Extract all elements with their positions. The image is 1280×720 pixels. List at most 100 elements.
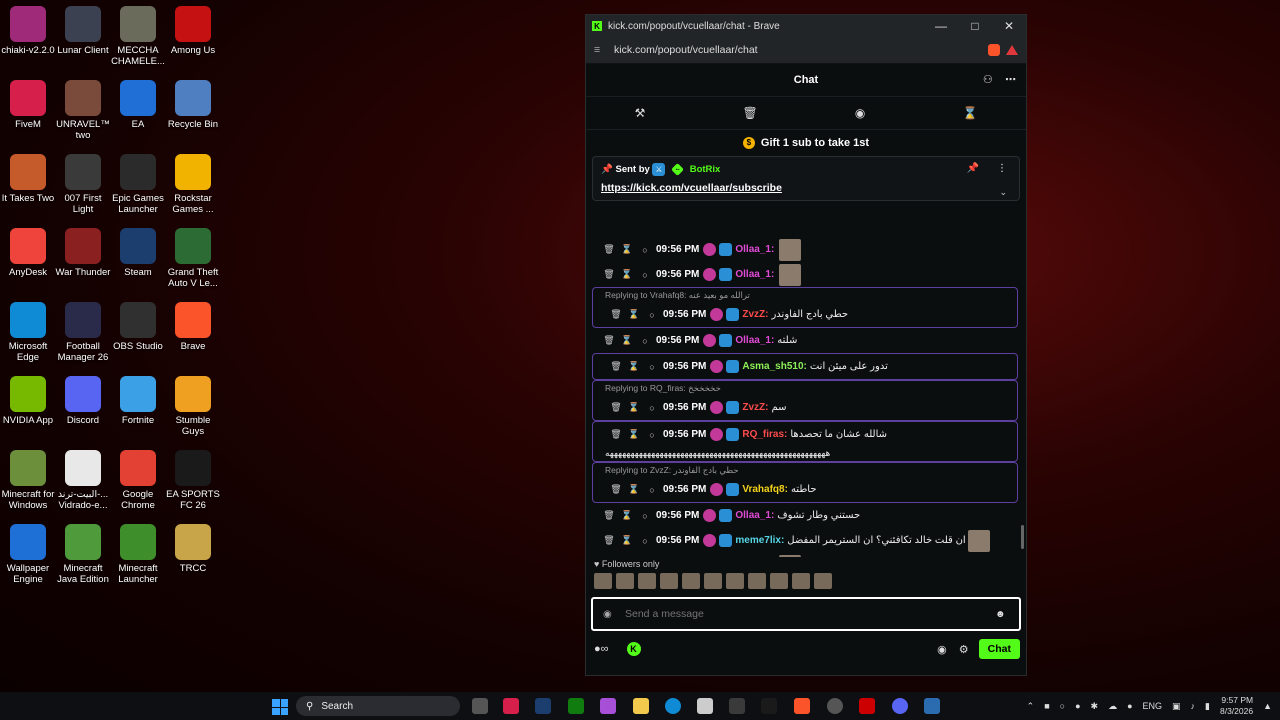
emote-icon[interactable] [779,263,802,286]
discord-taskbar-icon[interactable] [892,698,908,714]
file-explorer-icon[interactable] [633,698,649,714]
brave-rewards-icon[interactable] [1006,45,1018,55]
windows-start-icon[interactable] [272,699,288,715]
maximize-icon[interactable]: □ [958,19,992,33]
tray-app-icon[interactable]: ■ [1044,701,1049,711]
delete-icon[interactable]: 🗑 [600,244,618,255]
desktop-icon[interactable]: البيت-ترند-... Vidrado-e... [55,446,111,511]
delete-icon[interactable]: 🗑 [600,510,618,521]
chat-scrollbar[interactable] [1021,525,1024,549]
obs-taskbar-icon[interactable] [827,698,843,714]
emoji-icon[interactable]: ☻ [995,609,1009,620]
calculator-taskbar-icon[interactable] [924,698,940,714]
desktop-icon[interactable]: Grand Theft Auto V Le... [165,224,221,289]
desktop-icon[interactable]: Google Chrome [110,446,166,511]
chat-message[interactable]: 🗑⌛○09:56 PMOllaa_1: [586,237,1026,262]
emote-icon[interactable] [704,573,722,589]
desktop-icon[interactable]: AnyDesk [0,224,56,278]
timeout-icon[interactable]: ⌛ [625,484,643,495]
delete-icon[interactable]: 🗑 [600,335,618,346]
pinned-more-icon[interactable]: ⋮ [997,163,1007,174]
emote-icon[interactable] [779,554,802,557]
infinity-icon[interactable]: ●∞ [594,643,609,655]
gear-icon[interactable]: ⚙ [959,643,969,656]
emote-icon[interactable] [726,573,744,589]
steam-tray-icon[interactable]: ● [1075,701,1080,711]
settings-taskbar-icon[interactable] [729,698,745,714]
emote-icon[interactable] [748,573,766,589]
emote-icon[interactable] [616,573,634,589]
chevron-up-icon[interactable]: ⌃ [1027,701,1035,712]
brave-taskbar-icon[interactable] [794,698,810,714]
task-view-icon[interactable] [472,698,488,714]
emote-icon[interactable] [682,573,700,589]
timeout-icon[interactable]: ⌛ [618,535,636,546]
desktop-icon[interactable]: EA [110,76,166,130]
desktop-icon[interactable]: Recycle Bin [165,76,221,130]
chat-message[interactable]: 🗑 ⌛ ○ 09:56 PM Ollaa_1: شلته [586,328,1026,353]
battery-icon[interactable]: ▮ [1205,701,1210,712]
chat-message[interactable]: Replying to RQ_firas: خخخخخخ 🗑 ⌛ ○ 09:56 PM Z… [592,380,1018,421]
chat-message[interactable]: 🗑⌛○09:56 PMOllaa_1: [586,262,1026,287]
brave-shields-icon[interactable] [988,44,1000,56]
emote-icon[interactable] [792,573,810,589]
shield-icon[interactable]: ○ [636,245,654,255]
username[interactable]: RQ_firas: [742,429,787,440]
chat-send-button[interactable]: Chat [978,639,1020,659]
desktop-icon[interactable]: Steam [110,224,166,278]
desktop-icon[interactable]: Fortnite [110,372,166,426]
gift-banner[interactable]: $ Gift 1 sub to take 1st [586,130,1026,156]
chat-message[interactable]: 🗑 ⌛ ○ 09:56 PM RQ_firas: شالله عشان ما تحصدها… [592,421,1018,462]
desktop-icon[interactable]: TRCC [165,520,221,574]
bluetooth-icon[interactable]: ✱ [1091,701,1099,712]
username[interactable]: Ollaa_1: [735,269,774,280]
address-bar[interactable]: ≡ kick.com/popout/vcuellaar/chat [586,37,1026,64]
more-options-icon[interactable]: ⋯ [1005,74,1016,86]
chat-message[interactable]: 🗑 ⌛ ○ 09:56 PM Ollaa_1: حستني وطار تشوف [586,503,1026,528]
desktop-icon[interactable]: Minecraft for Windows [0,446,56,511]
delete-icon[interactable]: 🗑 [607,484,625,495]
subscribe-link[interactable]: https://kick.com/vcuellaar/subscribe [601,182,1011,194]
timeout-icon[interactable]: ⌛ [625,361,643,372]
user-settings-icon[interactable]: ⚇ [983,74,993,86]
emote-icon[interactable] [967,529,990,552]
emote-icon[interactable] [660,573,678,589]
emote-icon[interactable] [814,573,832,589]
store-taskbar-icon[interactable] [697,698,713,714]
trash-icon[interactable]: 🗑 [742,106,757,120]
chat-message[interactable]: 🗑 ⌛ ○ 09:56 PM Asma_sh510: تدور على ميئن انت [592,353,1018,380]
username[interactable]: ZvzZ: [742,402,768,413]
desktop-icon[interactable]: 007 First Light [55,150,111,215]
kick-coin-icon[interactable]: K [626,642,641,656]
xbox-taskbar-icon[interactable] [568,698,584,714]
delete-icon[interactable]: 🗑 [607,309,625,320]
username[interactable]: Vrahafq8: [742,484,788,495]
cloud-icon[interactable]: ☁ [1108,701,1117,712]
taskbar-search[interactable]: ⚲ Search [296,696,460,716]
shield-icon[interactable]: ○ [636,336,654,346]
desktop-icon[interactable]: Microsoft Edge [0,298,56,363]
app-taskbar-icon[interactable] [761,698,777,714]
timeout-icon[interactable]: ⌛ [618,244,636,255]
desktop-icon[interactable]: Stumble Guys [165,372,221,437]
shield-icon[interactable]: ○ [643,430,661,440]
desktop-icon[interactable]: Lunar Client [55,2,111,56]
shield-icon[interactable]: ○ [643,403,661,413]
delete-icon[interactable]: 🗑 [600,535,618,546]
shield-icon[interactable]: ○ [643,310,661,320]
username[interactable]: Asma_sh510: [742,361,806,372]
chat-message[interactable]: Replying to ZvzZ: حطي بادج الفاوندر 🗑 ⌛ ○ 09… [592,462,1018,503]
chat-message[interactable]: 🗑⌛○09:56 PMOllaa_1: [586,553,1026,557]
username[interactable]: Ollaa_1: [735,244,774,255]
desktop-icon[interactable]: FiveM [0,76,56,130]
hourglass-icon[interactable]: ⌛ [962,106,977,120]
copilot-taskbar-icon[interactable] [600,698,616,714]
username[interactable]: meme7lix: [735,535,784,546]
shield-icon[interactable]: ○ [643,362,661,372]
timeout-icon[interactable]: ⌛ [625,429,643,440]
desktop-icon[interactable]: Brave [165,298,221,352]
chat-message[interactable]: 🗑 ⌛ ○ 09:56 PM meme7lix: ان قلت خالد تكافئني؟… [586,528,1026,553]
chat-messages[interactable]: 🗑 ⌛ ○ 09:56 PM Ollaa_1: 🗑 ⌛ ○ 09:56 PM Ollaa_1: Re… [586,237,1026,557]
reply-context[interactable]: Replying to RQ_firas: خخخخخخ [593,381,1017,395]
shield-icon[interactable]: ○ [636,270,654,280]
